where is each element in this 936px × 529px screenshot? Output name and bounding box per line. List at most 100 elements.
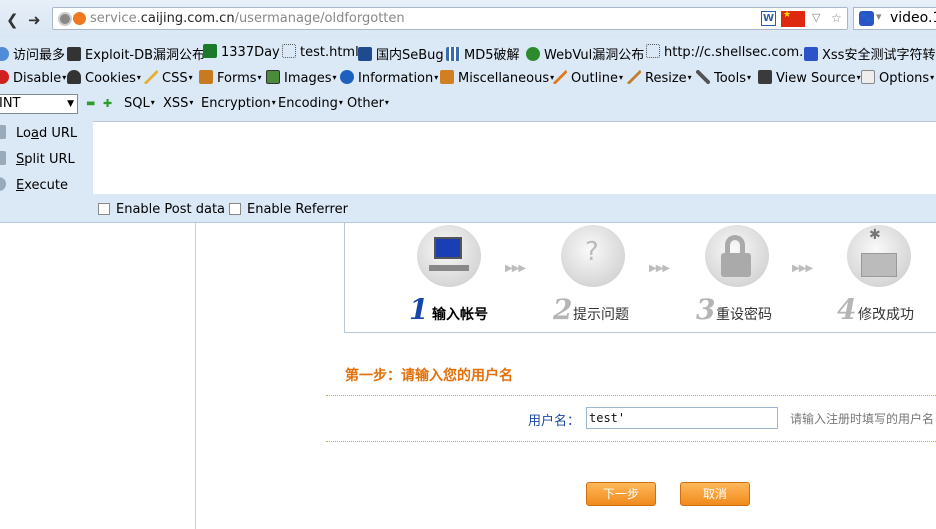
- bookmark-label: test.html: [300, 45, 359, 60]
- chevron-down-icon: ▾: [257, 73, 262, 82]
- chevron-down-icon: ▾: [930, 73, 935, 82]
- webdev-label: Cookies: [85, 71, 136, 86]
- webdev-tools[interactable]: Tools▾: [696, 70, 751, 86]
- webdev-label: Images: [284, 71, 332, 86]
- bookmark-item[interactable]: 1337Day: [203, 44, 280, 60]
- webdev-outline[interactable]: Outline▾: [553, 70, 623, 86]
- search-input[interactable]: video.17: [890, 10, 936, 26]
- split-url-button[interactable]: Split URL: [0, 151, 75, 167]
- webdev-images[interactable]: Images▾: [266, 70, 337, 86]
- execute-button[interactable]: Execute: [0, 177, 68, 193]
- step-number: 3: [696, 293, 716, 326]
- bookmark-item[interactable]: Xss安全测试字符转换: [804, 44, 936, 63]
- decrease-icon[interactable]: ▬: [86, 98, 95, 109]
- checkbox-box[interactable]: [229, 203, 241, 215]
- chevron-down-icon: ▾: [747, 73, 752, 82]
- username-input[interactable]: test': [586, 407, 778, 429]
- address-bar[interactable]: service.caijing.com.cn/usermanage/oldfor…: [52, 7, 848, 30]
- bookmark-item[interactable]: http://c.shellsec.com...: [646, 44, 812, 60]
- menu-label: XSS: [163, 96, 189, 111]
- chevron-down-icon: ▾: [189, 98, 194, 107]
- execute-mnemonic: E: [16, 178, 25, 193]
- webdev-css[interactable]: CSS▾: [144, 70, 193, 86]
- hackbar-menu-xss[interactable]: XSS▾: [163, 96, 193, 111]
- china-flag-icon[interactable]: [781, 10, 805, 27]
- hackbar-menu-other[interactable]: Other▾: [347, 96, 389, 111]
- load-url-text: Lo: [16, 126, 31, 141]
- bookmark-item[interactable]: WebVul漏洞公布: [526, 44, 644, 63]
- options-icon: [861, 70, 875, 84]
- webdev-label: Disable: [13, 71, 62, 86]
- search-box[interactable]: 🐾 ▾ video.17: [853, 7, 936, 30]
- site-info-icon[interactable]: [58, 12, 72, 26]
- enable-post-data-checkbox[interactable]: Enable Post data: [98, 202, 225, 217]
- refresh-icon[interactable]: ☆: [831, 11, 842, 25]
- menu-label: Other: [347, 96, 384, 111]
- webdev-view-source[interactable]: View Source▾: [758, 70, 861, 86]
- chevron-down-icon: ▾: [271, 98, 276, 107]
- bookmark-label: WebVul漏洞公布: [544, 48, 645, 63]
- load-url-mnemonic: a: [30, 126, 39, 141]
- bookmark-item[interactable]: Exploit-DB漏洞公布: [67, 44, 205, 63]
- webdev-miscellaneous[interactable]: Miscellaneous▾: [440, 70, 554, 86]
- step-label: 输入帐号: [432, 307, 488, 323]
- username-hint: 请输入注册时填写的用户名: [790, 412, 935, 426]
- 1337day-icon: [203, 44, 217, 58]
- monitor-screen: [434, 237, 462, 259]
- split-url-icon: [0, 151, 6, 165]
- step-label: 修改成功: [858, 307, 914, 323]
- load-url-text-end: d URL: [38, 126, 78, 141]
- hackbar-type-select[interactable]: INT ▼: [0, 94, 78, 114]
- bookmark-item[interactable]: 访问最多: [0, 44, 65, 63]
- resize-icon: [627, 70, 641, 84]
- browser-chrome: ❮ ➜ service.caijing.com.cn/usermanage/ol…: [0, 0, 936, 222]
- bookmark-item[interactable]: MD5破解: [446, 44, 520, 63]
- hackbar-menu-encryption[interactable]: Encryption▾: [201, 96, 276, 111]
- back-icon[interactable]: ❮: [6, 11, 19, 29]
- webdev-options[interactable]: Options▾: [861, 70, 934, 86]
- step-number: 4: [837, 293, 857, 326]
- webdev-label: Outline: [571, 71, 619, 86]
- question-mark: ?: [585, 237, 599, 267]
- hackbar-menu-encoding[interactable]: Encoding▾: [278, 96, 343, 111]
- bookmark-item[interactable]: test.html: [282, 44, 359, 60]
- webdev-resize[interactable]: Resize▾: [627, 70, 692, 86]
- hackbar-menu-sql[interactable]: SQL▾: [124, 96, 155, 111]
- webdev-label: Information: [358, 71, 434, 86]
- load-url-button[interactable]: Load URL: [0, 125, 77, 141]
- search-engine-dropdown-icon[interactable]: ▾: [876, 10, 882, 23]
- chevron-down-icon: ▼: [67, 99, 74, 109]
- step-arrow-icon: ▶▶▶: [649, 263, 670, 274]
- enable-referrer-checkbox[interactable]: Enable Referrer: [229, 202, 348, 217]
- page-icon: [646, 44, 660, 58]
- webdev-disable[interactable]: Disable▾: [0, 70, 66, 86]
- w-icon[interactable]: W: [761, 11, 776, 26]
- webdev-forms[interactable]: Forms▾: [199, 70, 262, 86]
- checkbox-box[interactable]: [98, 203, 110, 215]
- tools-icon: [696, 70, 710, 84]
- page-content: ▶▶▶ ? ▶▶▶ ▶▶▶ ✱ 1 输入帐号 2 提示问题 3 重设密码 4 修…: [0, 222, 936, 529]
- bookmark-label: 访问最多: [13, 48, 66, 63]
- bookmark-label: http://c.shellsec.com...: [664, 45, 812, 60]
- chevron-down-icon: ▾: [384, 98, 389, 107]
- baidu-icon[interactable]: 🐾: [859, 11, 874, 26]
- checkbox-label: Enable Referrer: [247, 202, 348, 217]
- webdev-label: Options: [879, 71, 930, 86]
- dropdown-icon[interactable]: ▽: [812, 11, 820, 24]
- url-text[interactable]: service.caijing.com.cn/usermanage/oldfor…: [90, 11, 405, 26]
- hackbar-url-textarea[interactable]: [93, 121, 936, 194]
- webdev-label: CSS: [162, 71, 188, 86]
- forms-icon: [199, 70, 213, 84]
- cancel-button[interactable]: 取消: [680, 482, 750, 506]
- chevron-down-icon: ▾: [434, 73, 439, 82]
- forward-icon[interactable]: ➜: [28, 11, 41, 29]
- menu-label: SQL: [124, 96, 150, 111]
- webdev-cookies[interactable]: Cookies▾: [67, 70, 141, 86]
- webdev-label: Miscellaneous: [458, 71, 550, 86]
- execute-icon: [0, 177, 6, 191]
- web-developer-toolbar: Disable▾ Cookies▾ CSS▾ Forms▾ Images▾ In…: [0, 66, 936, 92]
- webdev-information[interactable]: Information▾: [340, 70, 438, 86]
- bookmark-item[interactable]: 国内SeBug: [358, 44, 444, 63]
- increase-icon[interactable]: ✚: [103, 97, 112, 110]
- next-step-button[interactable]: 下一步: [586, 482, 656, 506]
